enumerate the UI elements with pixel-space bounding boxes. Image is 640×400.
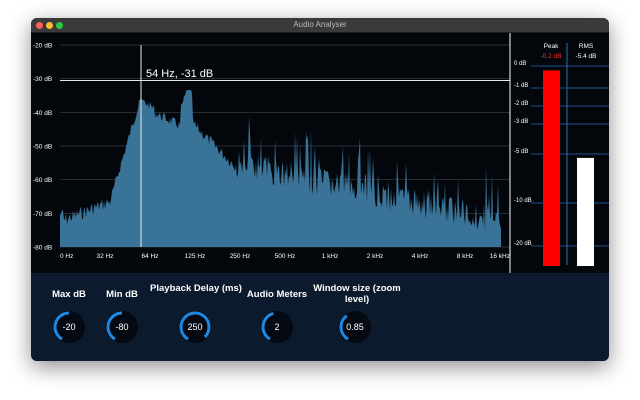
meter-scale-label: -5 dB xyxy=(514,149,528,155)
meter-scale-label: -10 dB xyxy=(514,198,532,204)
audio-meters-value: 2 xyxy=(274,322,280,332)
meter-scale-label: 0 dB xyxy=(514,61,526,67)
y-tick-label: -80 dB xyxy=(33,245,52,252)
playback-delay-value: 250 xyxy=(187,322,203,332)
y-tick-label: -60 dB xyxy=(33,177,52,184)
window-size-value: 0.85 xyxy=(346,322,364,332)
meter-scale-label: -3 dB xyxy=(514,119,528,125)
peak-level-bar xyxy=(543,70,560,267)
x-tick-label: 8 kHz xyxy=(457,253,474,260)
x-tick-label: 250 Hz xyxy=(230,253,251,260)
y-tick-label: -70 dB xyxy=(33,211,52,218)
meter-scale-label: -20 dB xyxy=(514,241,532,247)
x-tick-label: 125 Hz xyxy=(185,253,206,260)
spectrum-plot[interactable]: -20 dB -30 dB -40 dB -50 dB -60 dB -70 dB -80 … xyxy=(31,33,609,273)
peak-value: -0.2 dB xyxy=(541,53,562,60)
y-tick-label: -30 dB xyxy=(33,76,52,83)
analyser-area: -20 dB -30 dB -40 dB -50 dB -60 dB -70 dB -80 … xyxy=(31,33,609,273)
x-tick-label: 16 kHz xyxy=(490,253,510,260)
x-tick-label: 500 Hz xyxy=(275,253,296,260)
y-tick-label: -20 dB xyxy=(33,43,52,50)
audio-meters-knob[interactable]: 2 xyxy=(260,310,294,344)
min-db-knob[interactable]: -80 xyxy=(105,310,139,344)
window-size-label: Window size (zoom level) xyxy=(313,283,401,305)
min-db-value: -80 xyxy=(115,322,129,332)
cursor-readout: 54 Hz, -31 dB xyxy=(146,68,213,80)
playback-delay-knob[interactable]: 250 xyxy=(178,310,212,344)
app-window: Audio Analyser -20 dB -30 dB -40 dB -50 dB -… xyxy=(31,18,609,361)
controls-panel: Max dB -20 Min dB -80 Playback Delay (ms… xyxy=(31,273,609,361)
x-tick-label: 0 Hz xyxy=(60,253,73,260)
level-meters: Peak RMS -0.2 dB -5.4 dB 0 dB -1 dB -2 dB -… xyxy=(509,33,609,273)
rms-value: -5.4 dB xyxy=(576,53,597,60)
x-tick-label: 64 Hz xyxy=(142,253,159,260)
rms-level-bar xyxy=(577,157,594,267)
window-size-knob[interactable]: 0.85 xyxy=(338,310,372,344)
max-db-value: -20 xyxy=(62,322,76,332)
x-tick-label: 1 kHz xyxy=(322,253,339,260)
title-bar[interactable]: Audio Analyser xyxy=(31,18,609,33)
y-tick-label: -50 dB xyxy=(33,144,52,151)
y-tick-label: -40 dB xyxy=(33,110,52,117)
playback-delay-label: Playback Delay (ms) xyxy=(150,283,242,294)
rms-meter-label: RMS xyxy=(579,43,594,50)
window-title: Audio Analyser xyxy=(293,20,347,29)
x-tick-label: 2 kHz xyxy=(367,253,384,260)
meter-scale-label: -2 dB xyxy=(514,101,528,107)
meter-scale-label: -1 dB xyxy=(514,83,528,89)
max-db-knob[interactable]: -20 xyxy=(52,310,86,344)
x-tick-label: 32 Hz xyxy=(97,253,114,260)
x-tick-label: 4 kHz xyxy=(412,253,429,260)
peak-meter-label: Peak xyxy=(544,43,560,50)
